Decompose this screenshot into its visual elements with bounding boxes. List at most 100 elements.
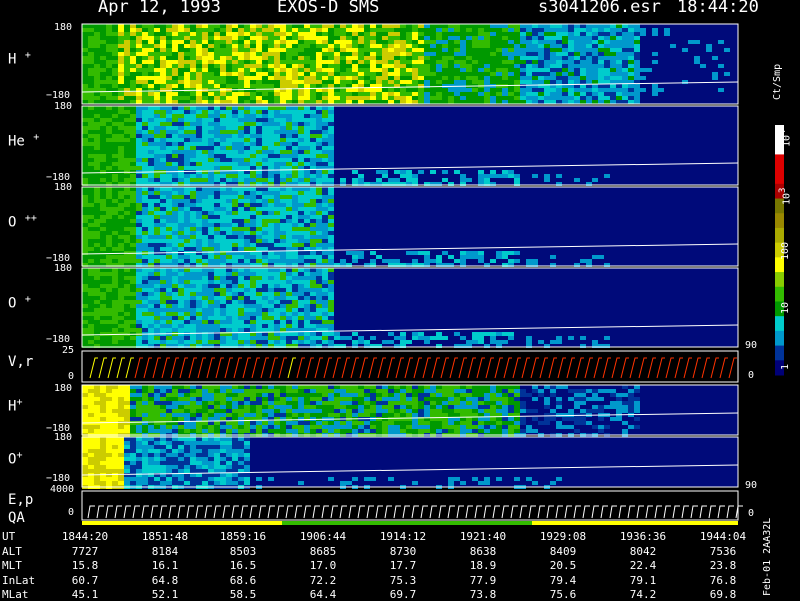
panel-o-plus-cell: [88, 340, 94, 344]
panel-he-plus-cell: [100, 150, 106, 154]
panel-o-plus-cell: [310, 324, 316, 328]
panel-he-plus-cell: [196, 162, 202, 166]
panel-h-plus-cell: [82, 88, 88, 92]
panel-h-plus-cell: [292, 80, 298, 84]
panel-h-plus-cell: [262, 32, 268, 36]
panel-lower-h-plus-cell: [202, 389, 208, 393]
panel-o-plusplus-cell: [238, 187, 244, 191]
panel-h-plus-cell: [400, 32, 406, 36]
panel-h-plus-cell: [184, 80, 190, 84]
panel-he-plus-cell: [112, 122, 118, 126]
panel-o-plus-cell: [274, 276, 280, 280]
panel-o-plusplus-cell: [226, 235, 232, 239]
panel-h-plus-cell: [610, 100, 616, 104]
panel-o-plus-cell: [418, 336, 424, 340]
panel-h-plus-cell: [454, 96, 460, 100]
panel-h-plus-cell: [142, 36, 148, 40]
panel-h-plus-cell: [526, 40, 532, 44]
panel-h-plus-cell: [124, 68, 130, 72]
panel-he-plus-cell: [124, 130, 130, 134]
panel-h-plus-cell: [280, 96, 286, 100]
panel-h-plus-cell: [490, 72, 496, 76]
panel-he-plus-cell: [202, 114, 208, 118]
panel-o-plus-cell: [238, 324, 244, 328]
panel-he-plus-cell: [124, 142, 130, 146]
panel-h-plus-cell: [406, 40, 412, 44]
panel-o-plus-cell: [172, 284, 178, 288]
panel-h-plus-cell: [256, 36, 262, 40]
panel-h-plus-cell: [376, 40, 382, 44]
panel-h-plus-cell: [592, 24, 598, 28]
panel-he-plus-cell: [190, 162, 196, 166]
panel-he-plus-cell: [412, 174, 418, 178]
panel-o-plus-cell: [322, 276, 328, 280]
panel-o-plus-cell: [328, 280, 334, 284]
panel-lower-h-plus-cell: [178, 397, 184, 401]
panel-h-plus-cell: [508, 40, 514, 44]
panel-h-plus-cell: [712, 76, 718, 80]
panel-o-plus-cell: [100, 308, 106, 312]
panel-o-plus-cell: [304, 296, 310, 300]
panel-o-plusplus-cell: [106, 219, 112, 223]
panel-o-plus-cell: [88, 328, 94, 332]
panel-o-plusplus-cell: [88, 259, 94, 263]
panel-o-plusplus-cell: [136, 199, 142, 203]
panel-he-plus-cell: [130, 110, 136, 114]
panel-h-plus-cell: [550, 60, 556, 64]
panel-he-plus-cell: [274, 114, 280, 118]
panel-o-plus-cell: [202, 312, 208, 316]
panel-o-plus-cell: [130, 328, 136, 332]
panel-o-plusplus-cell: [94, 247, 100, 251]
panel-h-plus-cell: [412, 100, 418, 104]
panel-he-plus-cell: [280, 130, 286, 134]
panel-o-plusplus-cell: [100, 243, 106, 247]
panel-he-plus-cell: [262, 130, 268, 134]
panel-lower-h-plus-cell: [94, 429, 100, 433]
panel-h-plus-cell: [484, 44, 490, 48]
panel-he-plus-cell: [292, 154, 298, 158]
panel-he-plus-cell: [106, 162, 112, 166]
panel-o-plusplus-cell: [166, 211, 172, 215]
panel-o-plusplus-cell: [322, 215, 328, 219]
panel-h-plus-cell: [148, 100, 154, 104]
panel-h-plus-cell: [100, 96, 106, 100]
panel-o-plusplus-cell: [214, 231, 220, 235]
panel-he-plus-cell: [154, 166, 160, 170]
panel-he-plus-cell: [190, 178, 196, 182]
panel-h-plus-cell: [454, 80, 460, 84]
panel-h-plus-cell: [580, 68, 586, 72]
panel-o-plusplus-cell: [196, 187, 202, 191]
panel-h-plus-cell: [556, 80, 562, 84]
panel-o-plus-cell: [238, 276, 244, 280]
panel-h-plus-cell: [214, 32, 220, 36]
panel-h-plus-cell: [232, 64, 238, 68]
panel-lower-h-plus-cell: [196, 413, 202, 417]
panel-h-plus-cell: [166, 52, 172, 56]
panel-h-plus-cell: [82, 32, 88, 36]
panel-h-plus-cell: [94, 100, 100, 104]
panel-h-plus-cell: [412, 24, 418, 28]
panel-h-plus-cell: [130, 80, 136, 84]
panel-h-plus-cell: [490, 92, 496, 96]
panel-h-plus-cell: [562, 52, 568, 56]
panel-h-plus-cell: [184, 76, 190, 80]
panel-h-plus-cell: [184, 64, 190, 68]
panel-h-plus-cell: [334, 60, 340, 64]
panel-o-plusplus-cell: [316, 239, 322, 243]
panel-h-plus-cell: [88, 64, 94, 68]
panel-o-plusplus-cell: [244, 187, 250, 191]
panel-h-plus-cell: [100, 24, 106, 28]
panel-h-plus-cell: [178, 44, 184, 48]
panel-h-plus-cell: [298, 96, 304, 100]
panel-h-plus-cell: [304, 40, 310, 44]
panel-he-plus-cell: [328, 146, 334, 150]
panel-o-plusplus-cell: [280, 195, 286, 199]
panel-o-plus-cell: [262, 336, 268, 340]
panel-h-plus-cell: [304, 36, 310, 40]
panel-h-plus-cell: [454, 52, 460, 56]
panel-h-plus-cell: [310, 76, 316, 80]
panel-o-plus-cell: [130, 284, 136, 288]
panel-h-plus-cell: [256, 48, 262, 52]
panel-h-plus-cell: [634, 40, 640, 44]
panel-h-plus-cell: [664, 32, 670, 36]
